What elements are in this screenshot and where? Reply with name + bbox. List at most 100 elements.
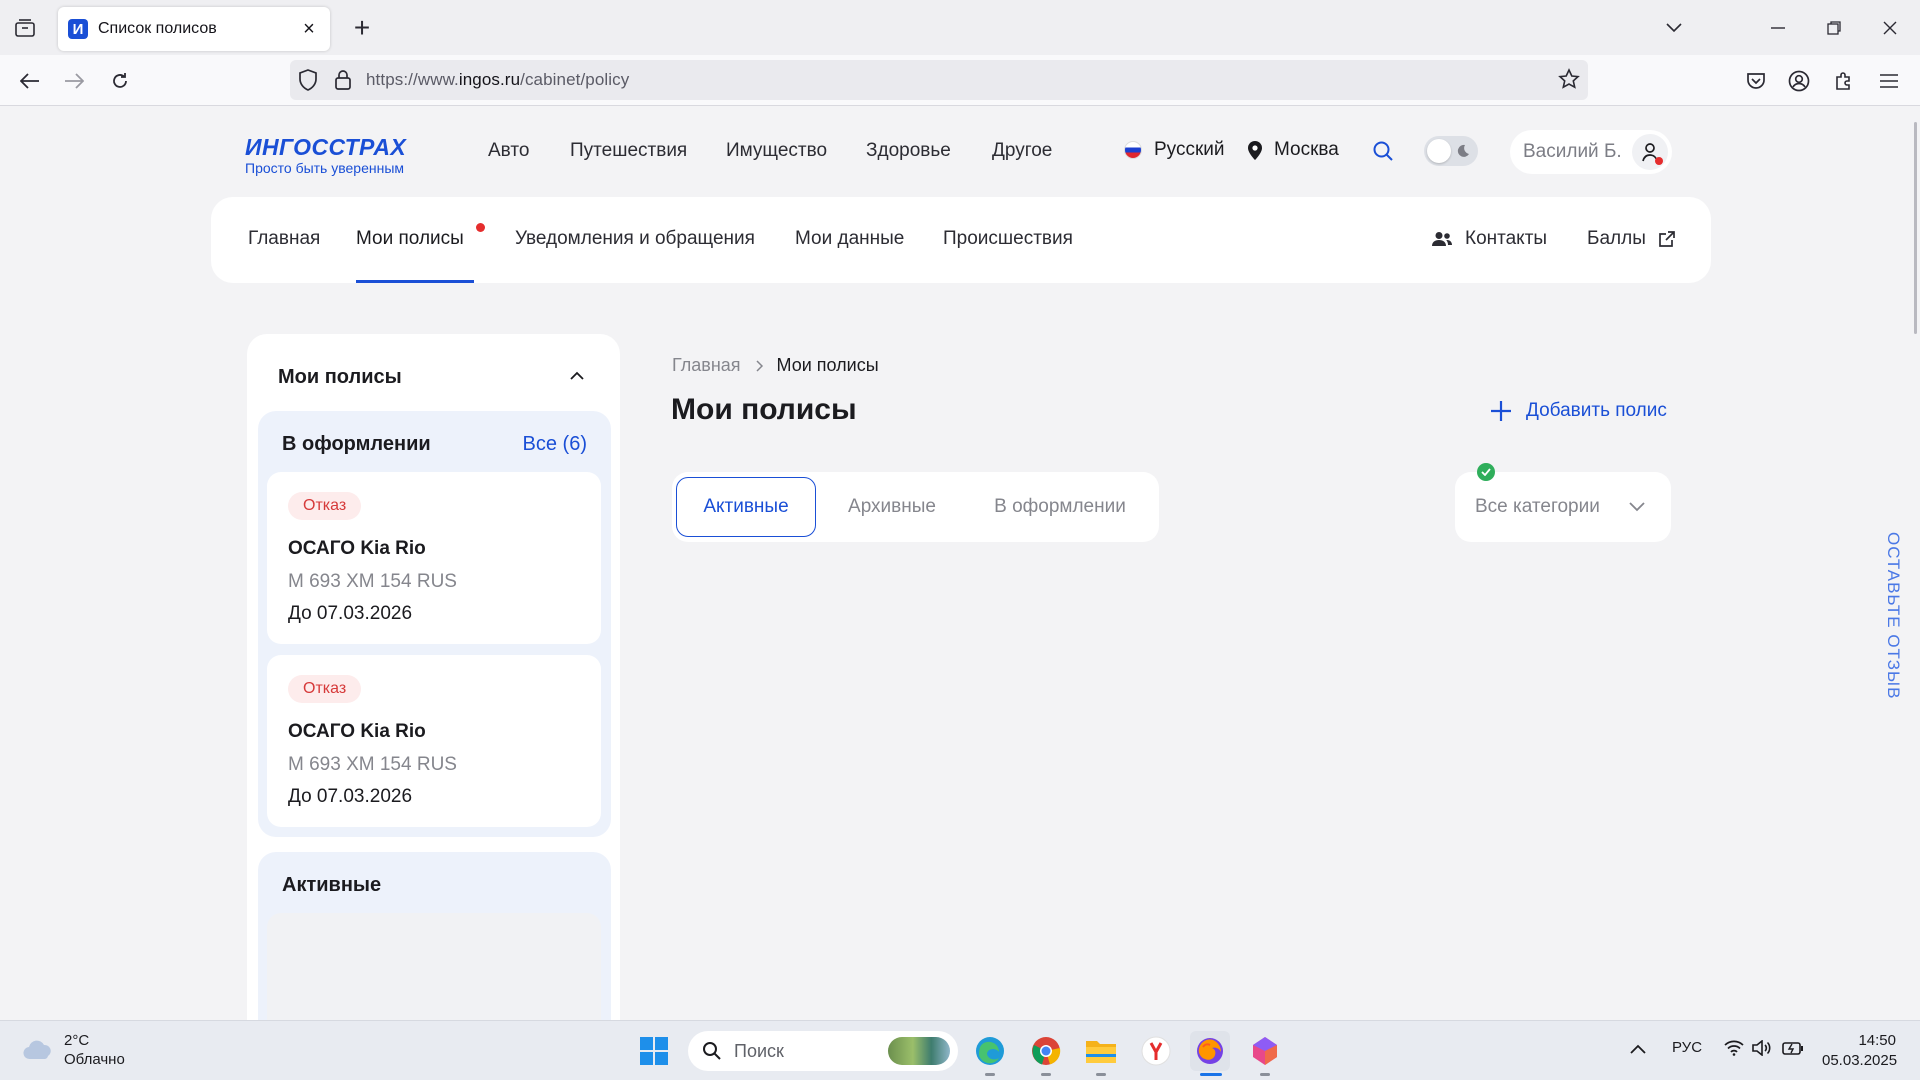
web-page: ИНГОССТРАХ Просто быть уверенным Авто Пу… [0, 106, 1920, 1020]
location-pin-icon [1248, 140, 1262, 160]
policy-plate: М 693 ХМ 154 RUS [288, 571, 457, 592]
show-all-link[interactable]: Все (6) [523, 433, 587, 456]
subnav-home[interactable]: Главная [248, 228, 320, 250]
subnav-my-policies[interactable]: Мои полисы [356, 228, 464, 250]
policy-title: ОСАГО Kia Rio [288, 538, 426, 559]
chrome-browser-icon[interactable] [1026, 1031, 1066, 1076]
weather-widget[interactable]: 2°C Облачно [22, 1031, 125, 1069]
taskbar-search-input[interactable]: Поиск [688, 1031, 958, 1071]
subnav-incidents[interactable]: Происшествия [943, 228, 1073, 250]
feedback-tab[interactable]: ОСТАВЬТЕ ОТЗЫВ [1878, 486, 1908, 746]
scrollbar-thumb[interactable] [1914, 122, 1917, 334]
points-label: Баллы [1587, 228, 1646, 249]
windows-start-icon[interactable] [634, 1031, 674, 1071]
address-bar[interactable]: https://www.ingos.ru/cabinet/policy [290, 60, 1588, 100]
taskbar-search-placeholder: Поиск [734, 1040, 784, 1061]
firefox-browser-icon[interactable] [1190, 1031, 1230, 1076]
policies-sidebar: Мои полисы В оформлении Все (6) Отказ ОС… [247, 334, 620, 1020]
url-text[interactable]: https://www.ingos.ru/cabinet/policy [366, 70, 629, 90]
browser-navbar: https://www.ingos.ru/cabinet/policy [0, 55, 1920, 106]
pocket-icon[interactable] [1738, 63, 1774, 99]
moon-icon [1457, 144, 1469, 157]
site-favicon-icon: И [68, 19, 88, 39]
input-language-indicator[interactable]: РУС [1672, 1039, 1702, 1056]
new-tab-icon[interactable]: + [348, 12, 376, 44]
back-icon[interactable] [12, 63, 48, 99]
tab-dropdown-icon[interactable] [1656, 10, 1692, 46]
reload-icon[interactable] [102, 63, 138, 99]
menu-travel[interactable]: Путешествия [570, 140, 687, 162]
group-pending-title: В оформлении [282, 433, 431, 455]
tray-overflow-icon[interactable] [1630, 1041, 1646, 1058]
minimize-icon[interactable] [1760, 10, 1796, 46]
edge-browser-icon[interactable] [970, 1031, 1010, 1076]
weather-temp: 2°C [64, 1032, 90, 1049]
running-indicator [985, 1073, 995, 1076]
theme-toggle[interactable] [1424, 136, 1478, 166]
status-badge: Отказ [288, 492, 362, 520]
bookmark-star-icon[interactable] [1558, 68, 1580, 95]
lock-icon[interactable] [334, 69, 352, 96]
browser-tab-active[interactable]: И Список полисов × [58, 7, 330, 51]
restore-icon[interactable] [1816, 10, 1852, 46]
tab-active[interactable]: Активные [676, 477, 816, 537]
volume-icon[interactable] [1752, 1039, 1772, 1060]
subnav-my-data[interactable]: Мои данные [795, 228, 904, 250]
check-icon [1477, 463, 1495, 481]
menu-auto[interactable]: Авто [488, 140, 529, 162]
contacts-icon [1432, 232, 1452, 246]
logo-text: ИНГОССТРАХ [245, 134, 407, 160]
close-tab-icon[interactable]: × [298, 18, 320, 40]
chevron-down-icon [1629, 502, 1645, 512]
menu-icon[interactable] [1871, 63, 1907, 99]
battery-icon[interactable] [1782, 1040, 1804, 1060]
file-explorer-icon[interactable] [1081, 1031, 1121, 1076]
menu-health[interactable]: Здоровье [866, 140, 951, 162]
subnav-notifications[interactable]: Уведомления и обращения [515, 228, 755, 250]
category-select-value: Все категории [1475, 496, 1600, 517]
breadcrumb-home[interactable]: Главная [672, 355, 741, 376]
subnav-contacts[interactable]: Контакты [1431, 228, 1547, 250]
external-link-icon [1659, 231, 1675, 247]
extensions-icon[interactable] [1826, 63, 1862, 99]
plus-icon [1491, 401, 1511, 421]
tab-archived[interactable]: Архивные [822, 477, 962, 537]
subnav-points[interactable]: Баллы [1587, 228, 1676, 250]
notification-dot [1655, 157, 1663, 165]
sidebar-group-active: Активные [258, 852, 611, 1020]
running-indicator [1096, 1073, 1106, 1076]
status-badge: Отказ [288, 675, 362, 703]
tab-list-icon[interactable] [10, 14, 40, 42]
close-window-icon[interactable] [1872, 10, 1908, 46]
wifi-icon[interactable] [1724, 1040, 1744, 1060]
policy-plate: М 693 ХМ 154 RUS [288, 754, 457, 775]
group-active-title: Активные [282, 874, 382, 896]
policy-card[interactable]: Отказ ОСАГО Kia Rio М 693 ХМ 154 RUS До … [267, 472, 601, 644]
policy-until: До 07.03.2026 [288, 603, 413, 624]
add-policy-button[interactable]: Добавить полис [1490, 400, 1667, 422]
menu-other[interactable]: Другое [992, 140, 1052, 162]
search-icon[interactable] [1372, 140, 1394, 162]
chevron-up-icon[interactable] [566, 365, 588, 387]
policy-title: ОСАГО Kia Rio [288, 721, 426, 742]
yandex-browser-icon[interactable] [1136, 1031, 1176, 1071]
tab-pending[interactable]: В оформлении [968, 477, 1152, 537]
account-icon[interactable] [1781, 63, 1817, 99]
user-menu-button[interactable]: Василий Б. [1510, 130, 1672, 174]
city-selector[interactable]: Москва [1248, 139, 1339, 161]
taskbar-clock[interactable]: 14:50 05.03.2025 [1822, 1031, 1897, 1071]
forward-icon[interactable] [56, 63, 92, 99]
site-logo[interactable]: ИНГОССТРАХ Просто быть уверенным [245, 134, 406, 176]
active-indicator [1200, 1073, 1222, 1076]
shield-icon[interactable] [298, 69, 318, 96]
sidebar-title: Мои полисы [278, 366, 402, 388]
search-icon [703, 1042, 721, 1060]
tab-title: Список полисов [98, 20, 217, 37]
language-selector[interactable]: Русский [1124, 139, 1225, 161]
category-select[interactable]: Все категории [1455, 472, 1671, 542]
policy-card[interactable]: Отказ ОСАГО Kia Rio М 693 ХМ 154 RUS До … [267, 655, 601, 827]
page-scrollbar[interactable] [1908, 106, 1920, 1020]
app-gem-icon[interactable] [1245, 1031, 1285, 1076]
menu-property[interactable]: Имущество [726, 140, 827, 162]
clock-time: 14:50 [1858, 1032, 1896, 1049]
